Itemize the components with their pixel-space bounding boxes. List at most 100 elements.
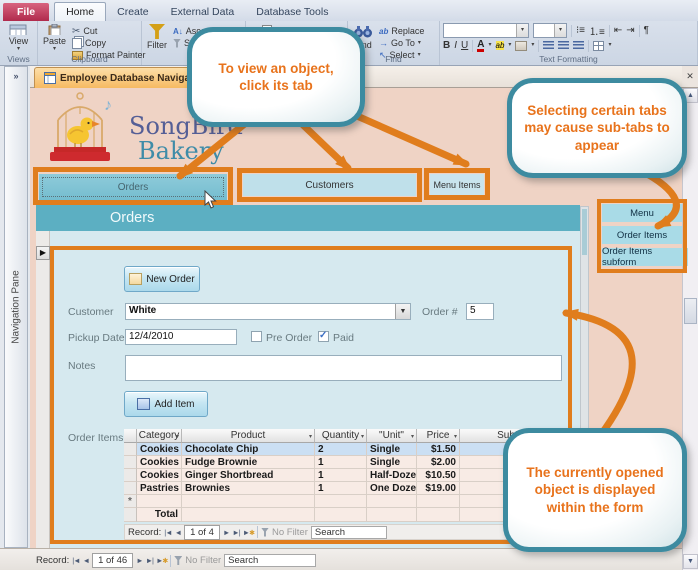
cell-quantity[interactable]: 1 — [315, 482, 367, 495]
row-selector[interactable] — [124, 482, 137, 495]
copy-button[interactable]: Copy — [72, 37, 146, 49]
previous-record-button[interactable]: ◄ — [83, 556, 91, 565]
sub-tab-order-items-subform[interactable]: Order Items subform — [602, 246, 688, 268]
font-name-combobox[interactable]: ▾ — [443, 23, 529, 38]
cell-quantity[interactable]: 1 — [315, 456, 367, 469]
increase-indent-button[interactable]: ⇥ — [626, 25, 634, 36]
cell-unit[interactable]: Single — [367, 443, 417, 456]
cell-product[interactable]: Ginger Shortbread — [182, 469, 315, 482]
numbering-button[interactable]: ⒈≡ — [589, 23, 605, 38]
font-color-button[interactable]: A — [477, 39, 485, 52]
cell-quantity[interactable]: 2 — [315, 443, 367, 456]
cell-category[interactable]: Pastries — [137, 482, 182, 495]
pre-order-checkbox[interactable] — [251, 331, 262, 342]
close-document-button[interactable]: ✕ — [682, 66, 698, 88]
paste-button[interactable]: Paste ▾ — [41, 23, 68, 53]
new-blank-record-button[interactable]: ►✱ — [243, 528, 255, 537]
navigation-pane-collapsed-bar[interactable]: » Navigation Pane — [4, 66, 28, 548]
bold-button[interactable]: B — [443, 40, 450, 51]
font-size-combobox[interactable]: ▾ — [533, 23, 567, 38]
grid-corner-cell[interactable] — [124, 429, 137, 443]
cell-quantity[interactable]: 1 — [315, 469, 367, 482]
record-selector-arrow[interactable]: ▶ — [36, 246, 50, 260]
cell-product[interactable] — [182, 495, 315, 508]
decrease-indent-button[interactable]: ⇤ — [614, 25, 622, 36]
chevron-down-icon[interactable]: ▾ — [554, 24, 566, 37]
highlight-button[interactable]: ab — [495, 41, 505, 50]
record-position[interactable]: 1 of 46 — [92, 553, 134, 568]
scroll-down-arrow[interactable]: ▼ — [683, 554, 698, 569]
notes-field[interactable] — [125, 355, 562, 381]
fill-color-button[interactable] — [515, 40, 528, 51]
first-record-button[interactable]: |◄ — [72, 556, 80, 565]
no-filter-indicator[interactable]: No Filter — [174, 555, 221, 566]
scrollbar-thumb[interactable] — [684, 298, 697, 324]
new-row-selector[interactable]: * — [124, 495, 137, 508]
column-header-category[interactable]: Category ▾ — [137, 429, 182, 443]
tab-customers[interactable]: Customers — [243, 174, 416, 196]
sub-tab-menu[interactable]: Menu — [602, 204, 682, 222]
add-item-button[interactable]: Add Item — [124, 391, 208, 417]
tab-file[interactable]: File — [3, 3, 50, 21]
column-dropdown-icon[interactable]: ▾ — [309, 433, 312, 440]
cell-category[interactable]: Cookies — [137, 443, 182, 456]
next-record-button[interactable]: ► — [136, 556, 144, 565]
view-button[interactable]: View ▾ — [7, 23, 30, 53]
column-dropdown-icon[interactable]: ▾ — [361, 433, 364, 440]
cell-price[interactable]: $10.50 — [417, 469, 460, 482]
order-number-field[interactable]: 5 — [466, 303, 494, 320]
italic-button[interactable]: I — [454, 40, 457, 51]
no-filter-indicator[interactable]: No Filter — [260, 527, 308, 538]
cell-price[interactable] — [417, 495, 460, 508]
new-blank-record-button[interactable]: ►✱ — [156, 556, 168, 565]
column-header-unit[interactable]: "Unit" ▾ — [367, 429, 417, 443]
record-position[interactable]: 1 of 4 — [184, 524, 220, 540]
tab-menu-items[interactable]: Menu Items — [430, 174, 484, 195]
cell-category[interactable]: Cookies — [137, 456, 182, 469]
align-left-button[interactable] — [543, 41, 555, 50]
row-selector[interactable] — [124, 443, 137, 456]
status-search-input[interactable] — [224, 554, 317, 567]
column-dropdown-icon[interactable]: ▾ — [176, 433, 179, 440]
chevron-down-icon[interactable]: ▾ — [516, 24, 528, 37]
column-header-price[interactable]: Price ▾ — [417, 429, 460, 443]
column-header-product[interactable]: Product ▾ — [182, 429, 315, 443]
cell-price[interactable]: $19.00 — [417, 482, 460, 495]
cell-price[interactable]: $1.50 — [417, 443, 460, 456]
goto-button[interactable]: → Go To ▾ — [379, 38, 424, 48]
sub-tab-order-items[interactable]: Order Items — [602, 226, 682, 244]
row-selector[interactable] — [124, 469, 137, 482]
column-dropdown-icon[interactable]: ▾ — [411, 433, 414, 440]
next-record-button[interactable]: ► — [223, 528, 231, 537]
row-selector[interactable] — [124, 456, 137, 469]
tab-database-tools[interactable]: Database Tools — [245, 3, 339, 21]
subform-search-input[interactable] — [310, 525, 387, 539]
ltr-button[interactable]: ¶ — [644, 25, 649, 36]
underline-button[interactable]: U — [461, 40, 468, 51]
new-order-button[interactable]: New Order — [124, 266, 200, 292]
cell-product[interactable]: Fudge Brownie — [182, 456, 315, 469]
cell-quantity[interactable] — [315, 495, 367, 508]
tab-home[interactable]: Home — [54, 2, 107, 21]
chevron-down-icon[interactable]: ▼ — [395, 304, 410, 319]
cell-product[interactable]: Chocolate Chip — [182, 443, 315, 456]
customer-combobox[interactable]: White ▼ — [125, 303, 411, 320]
column-header-quantity[interactable]: Quantity ▾ — [315, 429, 367, 443]
last-record-button[interactable]: ►| — [232, 528, 240, 537]
cell-category[interactable]: Cookies — [137, 469, 182, 482]
tab-create[interactable]: Create — [106, 3, 160, 21]
align-center-button[interactable] — [558, 41, 570, 50]
column-dropdown-icon[interactable]: ▾ — [454, 433, 457, 440]
cell-category[interactable] — [137, 495, 182, 508]
paid-checkbox[interactable] — [318, 330, 329, 342]
pickup-date-field[interactable]: 12/4/2010 — [125, 329, 237, 345]
bullets-button[interactable]: ⁝≡ — [576, 25, 585, 36]
gridlines-button[interactable] — [593, 40, 605, 51]
align-right-button[interactable] — [573, 41, 585, 50]
cell-unit[interactable]: Single — [367, 456, 417, 469]
tab-orders[interactable]: Orders — [39, 174, 227, 200]
cell-unit[interactable] — [367, 495, 417, 508]
form-scrollbar-thumb[interactable] — [582, 209, 587, 255]
cell-unit[interactable]: Half-Dozen — [367, 469, 417, 482]
filter-button[interactable]: Filter — [145, 23, 169, 53]
